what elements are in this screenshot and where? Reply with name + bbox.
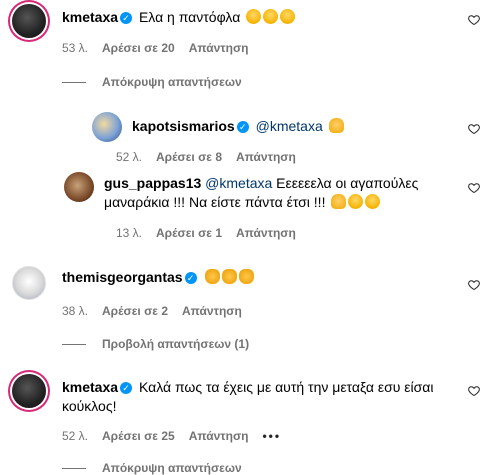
reply-2: gus_pappas13 @kmetaxa Εεεεεελα οι αγαπού… [104, 174, 444, 212]
comment-text-line-1: Εεεεεελα οι αγαπούλες [276, 175, 419, 191]
comment-text-line-2: μαναράκια !!! Να είστε πάντα έτσι !!! [104, 194, 326, 210]
avatar[interactable] [12, 4, 46, 38]
reply-1: kapotsismarios ✓ @kmetaxa [132, 117, 344, 136]
verified-icon: ✓ [120, 12, 133, 24]
username[interactable]: kapotsismarios [132, 118, 235, 134]
laughing-emoji-icon [246, 9, 262, 24]
divider [62, 81, 86, 83]
timestamp[interactable]: 53 λ. [62, 41, 88, 55]
praying-hands-emoji-icon [331, 194, 347, 209]
comment-meta: 53 λ. Αρέσει σε 20 Απάντηση [62, 41, 262, 55]
username[interactable]: gus_pappas13 [104, 175, 201, 191]
raising-hands-emoji-icon [328, 118, 344, 133]
clapping-hands-emoji-icon [205, 269, 221, 284]
laughing-emoji-icon [263, 9, 279, 24]
likes-count[interactable]: Αρέσει σε 2 [102, 304, 168, 318]
heart-icon[interactable] [468, 279, 480, 291]
reply-button[interactable]: Απάντηση [189, 41, 249, 55]
likes-count[interactable]: Αρέσει σε 8 [156, 150, 222, 164]
likes-count[interactable]: Αρέσει σε 1 [156, 226, 222, 240]
divider [62, 467, 86, 469]
clapping-hands-emoji-icon [239, 269, 255, 284]
smiling-emoji-icon [365, 194, 381, 209]
timestamp[interactable]: 52 λ. [116, 150, 142, 164]
likes-count[interactable]: Αρέσει σε 20 [102, 41, 175, 55]
heart-icon[interactable] [468, 182, 480, 194]
avatar[interactable] [64, 172, 94, 202]
mention-link[interactable]: @kmetaxa [205, 175, 272, 191]
heart-icon[interactable] [468, 14, 480, 26]
username[interactable]: themisgeorgantas [62, 269, 183, 285]
avatar[interactable] [92, 112, 122, 142]
timestamp[interactable]: 13 λ. [116, 226, 142, 240]
divider [62, 343, 86, 345]
username[interactable]: kmetaxa [62, 9, 118, 25]
verified-icon: ✓ [184, 272, 197, 284]
reply-button[interactable]: Απάντηση [236, 150, 296, 164]
more-options-button[interactable]: ••• [262, 429, 281, 443]
comment-meta: 13 λ. Αρέσει σε 1 Απάντηση [116, 226, 310, 240]
view-replies-button[interactable]: Προβολή απαντήσεων (1) [62, 337, 249, 351]
comment-meta: 38 λ. Αρέσει σε 2 Απάντηση [62, 304, 256, 318]
comment-meta: 52 λ. Αρέσει σε 25 Απάντηση ••• [62, 429, 295, 443]
avatar[interactable] [12, 266, 46, 300]
reply-button[interactable]: Απάντηση [236, 226, 296, 240]
likes-count[interactable]: Αρέσει σε 25 [102, 429, 175, 443]
comment-3: kmetaxa ✓ Καλά πως τα έχεις με αυτή την μ… [62, 378, 462, 416]
laughing-emoji-icon [280, 9, 296, 24]
reply-button[interactable]: Απάντηση [182, 304, 242, 318]
grinning-emoji-icon [348, 194, 364, 209]
timestamp[interactable]: 52 λ. [62, 429, 88, 443]
verified-icon: ✓ [120, 382, 133, 394]
timestamp[interactable]: 38 λ. [62, 304, 88, 318]
heart-icon[interactable] [468, 123, 480, 135]
clapping-hands-emoji-icon [222, 269, 238, 284]
comment-1: kmetaxa ✓ Ελα η παντόφλα [62, 8, 296, 27]
avatar[interactable] [12, 374, 46, 408]
reply-button[interactable]: Απάντηση [189, 429, 249, 443]
verified-icon: ✓ [236, 121, 249, 133]
comment-text: Ελα η παντόφλα [138, 9, 241, 25]
heart-icon[interactable] [468, 385, 480, 397]
hide-replies-button[interactable]: Απόκρυψη απαντήσεων [62, 461, 242, 475]
comment-2: themisgeorgantas ✓ [62, 268, 255, 287]
comment-text-line-1: Καλά πως τα έχεις με αυτή την μεταξα εσυ… [138, 379, 434, 395]
comment-text-line-2: κούκλος! [62, 398, 117, 414]
hide-replies-button[interactable]: Απόκρυψη απαντήσεων [62, 75, 242, 89]
mention-link[interactable]: @kmetaxa [256, 118, 323, 134]
comment-meta: 52 λ. Αρέσει σε 8 Απάντηση [116, 150, 310, 164]
username[interactable]: kmetaxa [62, 379, 118, 395]
